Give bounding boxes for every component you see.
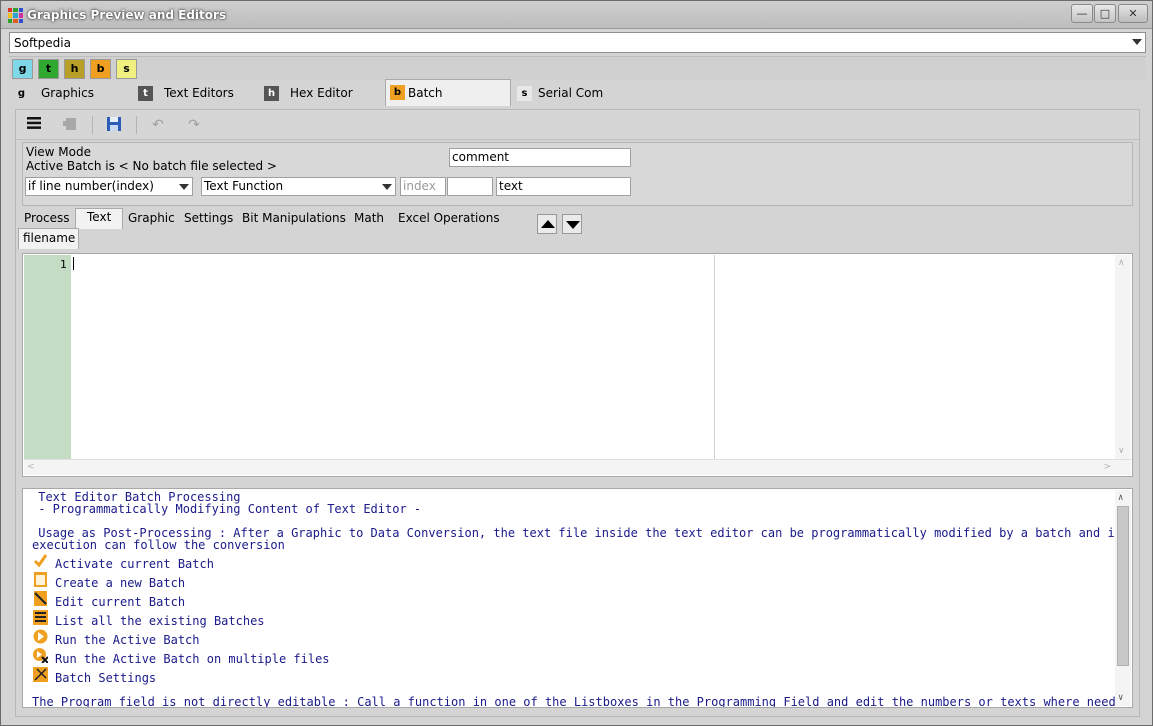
tab-serial-com-label: Serial Com: [538, 86, 604, 100]
batch-toolbar: ↶ ↷: [16, 110, 1139, 140]
tab-settings[interactable]: Settings: [184, 210, 233, 229]
serial-tab-icon: s: [517, 86, 532, 101]
comment-field[interactable]: comment: [449, 148, 631, 167]
active-batch-label: Active Batch is < No batch file selected…: [26, 159, 277, 173]
save-icon[interactable]: [104, 116, 124, 134]
index-field[interactable]: index: [400, 177, 446, 196]
scroll-down-icon[interactable]: ∨: [1118, 446, 1125, 456]
create-batch-link[interactable]: Create a new Batch: [55, 576, 185, 590]
top-combo-value: Softpedia: [14, 36, 71, 50]
tab-filename[interactable]: filename: [18, 228, 79, 249]
tab-bit-manipulations[interactable]: Bit Manipulations: [242, 210, 346, 229]
tab-graphic[interactable]: Graphic: [128, 210, 175, 229]
list-icon[interactable]: [33, 610, 48, 625]
run-batch-multi-link[interactable]: Run the Active Batch on multiple files: [55, 652, 330, 666]
app-icon: [8, 8, 23, 23]
help-subheading: - Programmatically Modifying Content of …: [31, 502, 422, 516]
edit-batch-link[interactable]: Edit current Batch: [55, 595, 185, 609]
run-batch-link[interactable]: Run the Active Batch: [55, 633, 200, 647]
window-title: Graphics Preview and Editors: [27, 8, 227, 22]
scroll-up-icon[interactable]: ∧: [1118, 258, 1125, 268]
chevron-down-icon[interactable]: [1132, 39, 1142, 45]
help-vertical-scrollbar[interactable]: ∧ ∨: [1115, 490, 1131, 706]
program-editor[interactable]: 1 ∧ ∨ < >: [22, 253, 1133, 477]
function-select[interactable]: Text Function: [201, 177, 396, 196]
chevron-down-icon[interactable]: [382, 184, 392, 190]
condition-select-value: if line number(index): [28, 179, 154, 193]
tab-graphics-label: Graphics: [41, 86, 94, 100]
title-bar[interactable]: Graphics Preview and Editors — □ ✕: [1, 1, 1152, 29]
function-select-value: Text Function: [204, 179, 284, 193]
batch-settings-link[interactable]: Batch Settings: [55, 671, 156, 685]
tab-process[interactable]: Process: [24, 210, 70, 229]
scroll-right-icon[interactable]: >: [1103, 462, 1111, 472]
line-number: 1: [60, 258, 67, 271]
settings-icon[interactable]: [33, 667, 48, 682]
check-icon[interactable]: [33, 553, 48, 568]
top-combo-box[interactable]: Softpedia: [9, 32, 1146, 53]
line-number-gutter: 1: [24, 255, 71, 459]
run-multi-icon[interactable]: [33, 648, 48, 663]
app-window: Graphics Preview and Editors — □ ✕ Softp…: [0, 0, 1153, 726]
scroll-left-icon[interactable]: <: [27, 462, 35, 472]
editor-splitter[interactable]: [714, 255, 715, 459]
move-down-button[interactable]: [562, 214, 582, 234]
quick-button-graphics[interactable]: g: [12, 59, 33, 79]
batch-info-box: View Mode Active Batch is < No batch fil…: [22, 142, 1133, 206]
quick-button-hex[interactable]: h: [64, 59, 85, 79]
quick-button-batch[interactable]: b: [90, 59, 111, 79]
tab-text-editors[interactable]: t Text Editors: [137, 81, 257, 105]
arrow-down-icon: [566, 221, 580, 229]
tab-hex-editor[interactable]: h Hex Editor: [263, 81, 373, 105]
scroll-up-icon[interactable]: ∧: [1118, 493, 1123, 503]
chevron-down-icon[interactable]: [179, 184, 189, 190]
list-batches-link[interactable]: List all the existing Batches: [55, 614, 265, 628]
toolbar-separator: [92, 116, 93, 134]
editor-vertical-scrollbar[interactable]: ∧ ∨: [1115, 255, 1131, 459]
batch-processing-panel: ↶ ↷ View Mode Active Batch is < No batch…: [15, 109, 1140, 717]
new-file-icon[interactable]: [33, 572, 48, 587]
quick-button-text[interactable]: t: [38, 59, 59, 79]
help-footer-note: The Program field is not directly editab…: [32, 695, 1131, 708]
tab-excel-operations[interactable]: Excel Operations: [398, 210, 500, 229]
editor-horizontal-scrollbar[interactable]: < >: [24, 459, 1131, 475]
graphics-tab-icon: g: [17, 88, 26, 99]
minimize-button[interactable]: —: [1071, 4, 1093, 23]
condition-select[interactable]: if line number(index): [25, 177, 193, 196]
tab-math[interactable]: Math: [354, 210, 384, 229]
redo-icon[interactable]: ↷: [184, 116, 204, 134]
tab-hex-editor-label: Hex Editor: [290, 86, 353, 100]
quick-launch-bar: g t h b s: [9, 56, 1146, 80]
scroll-thumb[interactable]: [1117, 506, 1129, 666]
maximize-button[interactable]: □: [1094, 4, 1116, 23]
move-up-button[interactable]: [537, 214, 557, 234]
scroll-down-icon[interactable]: ∨: [1118, 693, 1123, 703]
text-tab-icon: t: [138, 86, 153, 101]
tab-text[interactable]: Text: [75, 208, 123, 229]
text-caret: [73, 257, 74, 270]
batch-tab-icon: b: [390, 85, 405, 100]
tab-text-editors-label: Text Editors: [164, 86, 234, 100]
menu-icon[interactable]: [24, 116, 44, 134]
quick-button-serial[interactable]: s: [116, 59, 137, 79]
close-button[interactable]: ✕: [1118, 4, 1148, 23]
run-icon[interactable]: [33, 629, 48, 644]
plugin-icon[interactable]: [60, 116, 80, 134]
tab-graphics[interactable]: g Graphics: [9, 81, 129, 105]
help-usage-line-2: execution can follow the conversion: [32, 538, 285, 552]
arrow-up-icon: [541, 220, 555, 228]
undo-icon[interactable]: ↶: [148, 116, 168, 134]
value-field[interactable]: [447, 177, 493, 196]
tab-serial-com[interactable]: s Serial Com: [515, 81, 625, 105]
toolbar-separator: [136, 116, 137, 134]
text-field[interactable]: text: [496, 177, 631, 196]
activate-batch-link[interactable]: Activate current Batch: [55, 557, 214, 571]
view-mode-label: View Mode: [26, 145, 91, 159]
edit-file-icon[interactable]: [33, 591, 48, 606]
tab-batch-processing[interactable]: b Batch Processing: [385, 79, 511, 124]
help-panel: Text Editor Batch Processing - Programma…: [22, 488, 1133, 708]
hex-tab-icon: h: [264, 86, 279, 101]
main-tab-bar: g Graphics t Text Editors h Hex Editor b…: [9, 79, 1146, 124]
